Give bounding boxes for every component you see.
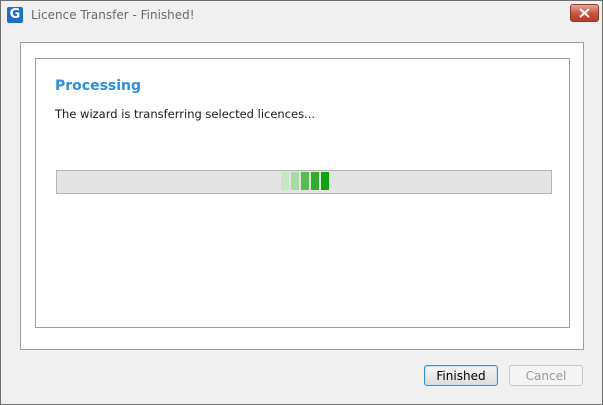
close-button[interactable] — [570, 4, 599, 22]
page-description: The wizard is transferring selected lice… — [55, 107, 316, 121]
progress-chunk — [291, 172, 299, 190]
progress-chunk — [301, 172, 309, 190]
progress-chunk — [321, 172, 329, 190]
wizard-page: Processing The wizard is transferring se… — [35, 58, 570, 328]
wizard-content-frame: Processing The wizard is transferring se… — [20, 42, 584, 350]
dialog-window: G Licence Transfer - Finished! Processin… — [0, 0, 603, 405]
progress-bar — [56, 170, 552, 194]
finished-button[interactable]: Finished — [424, 365, 498, 386]
window-title: Licence Transfer - Finished! — [31, 8, 195, 22]
progress-chunk — [281, 172, 289, 190]
page-heading: Processing — [55, 78, 142, 94]
app-logo-icon: G — [7, 7, 23, 23]
progress-chunk — [311, 172, 319, 190]
cancel-button[interactable]: Cancel — [509, 365, 583, 386]
title-bar[interactable]: G Licence Transfer - Finished! — [1, 1, 602, 31]
close-icon — [579, 8, 590, 18]
